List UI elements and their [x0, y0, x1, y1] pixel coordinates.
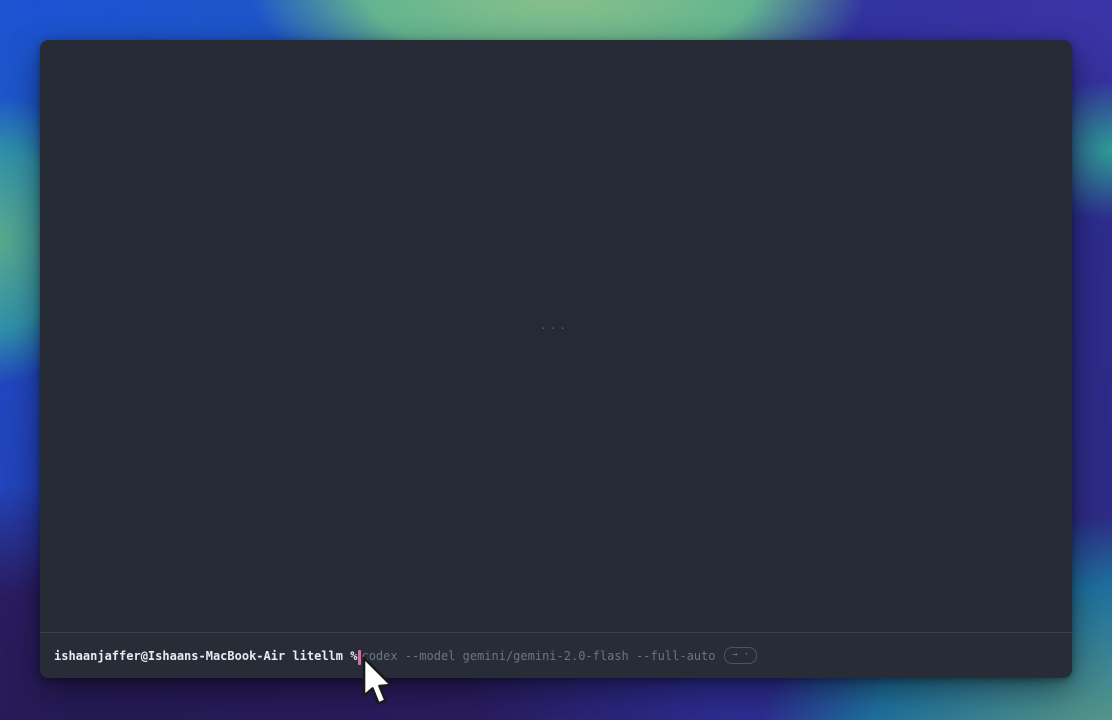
autosuggestion-text: codex --model gemini/gemini-2.0-flash --… [361, 650, 715, 662]
prompt-user-host: ishaanjaffer@Ishaans-MacBook-Air [54, 650, 285, 662]
prompt-space [285, 650, 292, 662]
prompt-directory: litellm [292, 650, 343, 662]
terminal-window: ··· ishaanjaffer@Ishaans-MacBook-Air lit… [40, 40, 1072, 678]
desktop-wallpaper: ··· ishaanjaffer@Ishaans-MacBook-Air lit… [0, 0, 1112, 720]
autocomplete-hint-badge: → · [724, 647, 756, 664]
loading-dots: ··· [540, 322, 569, 335]
terminal-output: ··· [40, 40, 1072, 632]
command-input-row[interactable]: ishaanjaffer@Ishaans-MacBook-Air litellm… [40, 633, 1072, 678]
prompt-space [343, 650, 350, 662]
prompt-symbol: % [350, 650, 357, 662]
